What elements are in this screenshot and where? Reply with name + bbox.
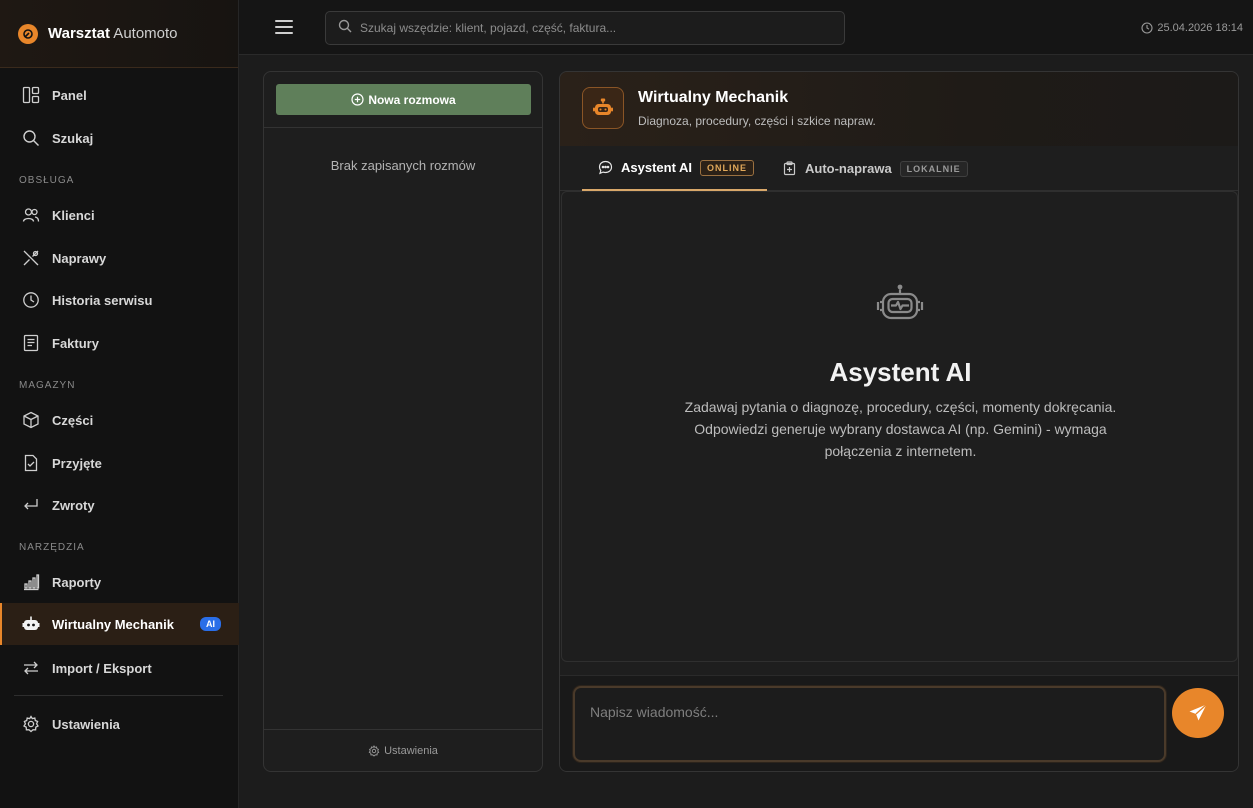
invoice-icon xyxy=(22,334,40,352)
empty-conversations-text: Brak zapisanych rozmów xyxy=(330,158,476,173)
gear-icon xyxy=(368,744,380,757)
sidebar-item-label: Przyjęte xyxy=(52,455,102,471)
robot-icon xyxy=(22,615,40,633)
chat-title: Wirtualny Mechanik xyxy=(638,89,789,106)
gear-icon xyxy=(22,715,40,733)
return-icon xyxy=(22,496,40,514)
chat-bubble-icon xyxy=(598,160,613,175)
sidebar-item-label: Raporty xyxy=(52,574,102,590)
robot-icon xyxy=(582,87,624,129)
datetime-display: 25.04.2026 18:14 xyxy=(1141,22,1243,34)
tab-label: Asystent AI xyxy=(621,160,693,175)
sidebar-item-label: Panel xyxy=(52,87,87,103)
sidebar-item-clients[interactable]: Klienci xyxy=(0,194,239,236)
new-conversation-button[interactable]: Nowa rozmowa xyxy=(276,84,531,115)
history-icon xyxy=(22,291,40,309)
sidebar-item-label: Import / Eksport xyxy=(52,660,152,676)
online-badge: ONLINE xyxy=(700,159,755,176)
chat-subtitle: Diagnoza, procedury, części i szkice nap… xyxy=(638,114,876,128)
sidebar-item-virtual-mechanic[interactable]: Wirtualny Mechanik AI xyxy=(0,603,239,645)
conversations-panel: Nowa rozmowa Brak zapisanych rozmów Usta… xyxy=(263,71,543,772)
section-label-warehouse: MAGAZYN xyxy=(19,380,76,391)
plus-circle-icon xyxy=(351,93,364,106)
local-badge: LOKALNIE xyxy=(899,160,968,177)
dashboard-icon xyxy=(22,86,40,104)
swap-icon xyxy=(22,659,40,677)
sidebar-item-label: Klienci xyxy=(52,207,95,223)
sidebar-item-label: Zwroty xyxy=(52,497,95,513)
clipboard-plus-icon xyxy=(783,161,796,176)
sidebar-item-label: Szukaj xyxy=(52,130,94,146)
sidebar-item-label: Faktury xyxy=(52,335,99,351)
topbar: 25.04.2026 18:14 xyxy=(239,0,1253,55)
search-input[interactable] xyxy=(360,21,830,35)
clipboard-check-icon xyxy=(22,454,40,472)
divider xyxy=(264,127,542,128)
sidebar-item-repairs[interactable]: Naprawy xyxy=(0,237,239,279)
new-conversation-label: Nowa rozmowa xyxy=(368,92,456,107)
settings-label: Ustawienia xyxy=(384,744,438,757)
section-label-service: OBSŁUGA xyxy=(19,175,75,186)
clock-icon xyxy=(1141,22,1153,34)
section-label-tools: NARZĘDZIA xyxy=(19,542,85,553)
send-icon xyxy=(1189,703,1207,721)
box-icon xyxy=(22,411,40,429)
tab-auto-repair[interactable]: Auto-naprawa LOKALNIE xyxy=(782,146,968,191)
ai-badge: AI xyxy=(199,617,221,631)
sidebar-item-settings[interactable]: Ustawienia xyxy=(0,703,239,745)
sidebar-item-label: Wirtualny Mechanik xyxy=(52,616,174,632)
sidebar-item-invoices[interactable]: Faktury xyxy=(0,322,239,364)
search-icon xyxy=(22,129,40,147)
tab-ai-assistant[interactable]: Asystent AI ONLINE xyxy=(582,146,767,191)
send-button[interactable] xyxy=(1172,688,1224,738)
chart-icon xyxy=(22,573,40,591)
sidebar-item-label: Historia serwisu xyxy=(52,292,153,308)
search-icon xyxy=(338,19,352,38)
chat-header: Wirtualny Mechanik Diagnoza, procedury, … xyxy=(560,72,1238,146)
brand-name: Warsztat Automoto xyxy=(48,25,178,42)
message-composer xyxy=(560,675,1238,771)
chat-panel: Wirtualny Mechanik Diagnoza, procedury, … xyxy=(559,71,1239,772)
sidebar-item-label: Ustawienia xyxy=(52,716,120,732)
sidebar-item-returns[interactable]: Zwroty xyxy=(0,484,239,526)
sidebar-item-label: Naprawy xyxy=(52,250,107,266)
empty-state-title: Asystent AI xyxy=(829,357,972,387)
datetime-text: 25.04.2026 18:14 xyxy=(1157,22,1243,34)
menu-icon[interactable] xyxy=(275,20,293,38)
tools-icon xyxy=(22,249,40,267)
users-icon xyxy=(22,206,40,224)
conversation-settings-link[interactable]: Ustawienia xyxy=(264,729,542,771)
sidebar-item-reports[interactable]: Raporty xyxy=(0,561,239,603)
sidebar-item-panel[interactable]: Panel xyxy=(0,74,239,116)
empty-state-description: Zadawaj pytania o diagnozę, procedury, c… xyxy=(684,399,1117,459)
sidebar-divider xyxy=(14,695,223,696)
sidebar-item-search[interactable]: Szukaj xyxy=(0,117,239,159)
sidebar-item-service-history[interactable]: Historia serwisu xyxy=(0,279,239,321)
robot-icon xyxy=(875,283,925,336)
sidebar-item-import-export[interactable]: Import / Eksport xyxy=(0,647,239,689)
sidebar-item-label: Części xyxy=(52,412,94,428)
global-search[interactable] xyxy=(325,11,845,45)
message-input[interactable] xyxy=(573,686,1166,762)
chat-tabs: Asystent AI ONLINE Auto-naprawa LOKALNIE xyxy=(560,146,1238,191)
brand[interactable]: Warsztat Automoto xyxy=(0,0,238,68)
sidebar-item-received[interactable]: Przyjęte xyxy=(0,442,239,484)
chat-messages-area[interactable]: Asystent AI Zadawaj pytania o diagnozę, … xyxy=(561,191,1238,662)
sidebar-item-parts[interactable]: Części xyxy=(0,399,239,441)
sidebar: Warsztat Automoto Panel Szukaj OBSŁUGA K… xyxy=(0,0,239,808)
brand-logo-icon xyxy=(18,23,38,44)
tab-label: Auto-naprawa xyxy=(805,161,892,176)
